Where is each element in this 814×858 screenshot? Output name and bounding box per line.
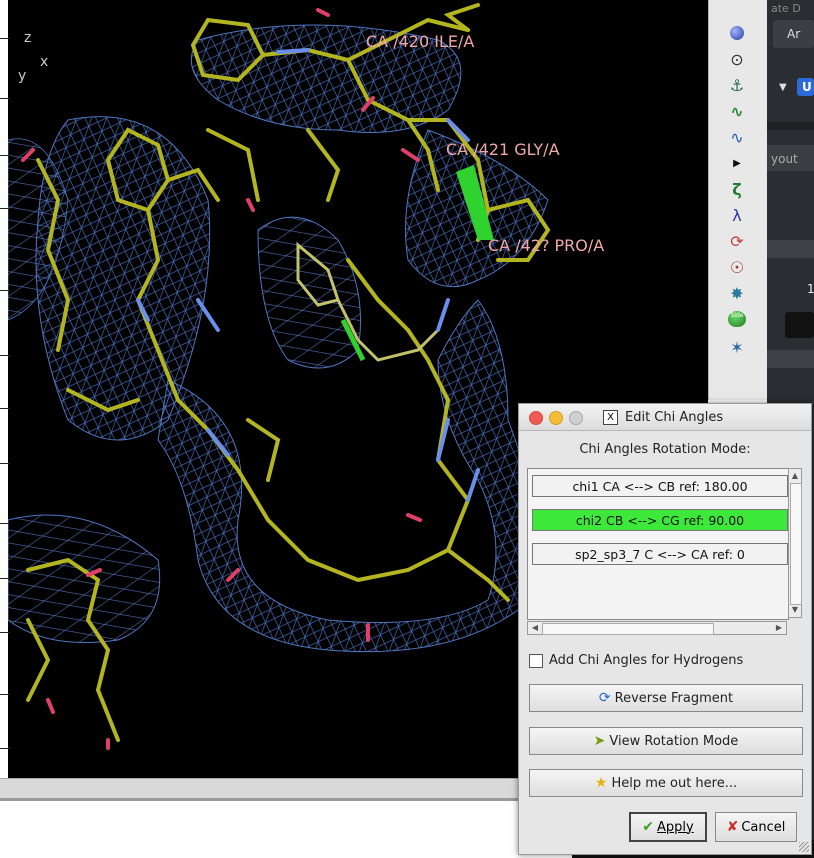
star-icon: ★	[594, 775, 608, 791]
list-item[interactable]: chi1 CA <--> CB ref: 180.00	[532, 475, 788, 497]
reverse-fragment-button[interactable]: ⟳ Reverse Fragment	[529, 684, 803, 712]
cancel-label: Cancel	[741, 819, 786, 835]
panel-header-text: ate D	[771, 2, 801, 15]
list-horizontal-scrollbar[interactable]: ◀ ▶	[527, 621, 787, 635]
apply-button[interactable]: ✔ Apply	[629, 812, 707, 842]
rotamer2-icon[interactable]: ∿	[726, 126, 748, 148]
ruler-tick	[0, 748, 10, 749]
scroll-down-icon[interactable]: ▼	[790, 604, 800, 616]
zoom-window-button[interactable]	[569, 411, 583, 425]
scroll-thumb[interactable]	[542, 623, 714, 635]
panel-badge-label: U	[802, 80, 812, 94]
ruler-tick	[0, 694, 10, 695]
chevron-down-icon[interactable]: ▼	[779, 82, 787, 93]
residue-label-420: CA /420 ILE/A	[366, 32, 475, 51]
list-item-selected[interactable]: chi2 CB <--> CG ref: 90.00	[532, 509, 788, 531]
scroll-right-icon[interactable]: ▶	[773, 622, 785, 634]
list-vertical-scrollbar[interactable]: ▲ ▼	[788, 468, 802, 618]
chi-angles-list: chi1 CA <--> CB ref: 180.00 chi2 CB <-->…	[527, 468, 789, 620]
axis-y-label: y	[18, 68, 27, 84]
panel-tab-label: yout	[771, 152, 798, 166]
panel-field[interactable]	[785, 312, 814, 338]
view-label: View Rotation Mode	[609, 733, 739, 749]
ruler-tick	[0, 208, 10, 209]
dialog-title: Edit Chi Angles	[625, 410, 724, 425]
panel-strip2	[767, 350, 814, 368]
viewport-bottom-border	[0, 798, 520, 801]
viewport-bottom-frame	[0, 778, 520, 799]
sphere-icon[interactable]	[726, 22, 748, 44]
panel-divider	[767, 122, 814, 130]
apply-label: Apply	[657, 819, 694, 835]
chain-icon[interactable]: ζ	[726, 178, 748, 200]
ruler-tick	[0, 290, 10, 291]
hydrogens-checkbox[interactable]	[529, 653, 543, 668]
ruler-tick	[0, 463, 10, 464]
scroll-thumb[interactable]	[790, 483, 802, 605]
residue-label-422: CA /42? PRO/A	[488, 236, 605, 255]
chi-icon[interactable]: λ	[726, 204, 748, 226]
cancel-button[interactable]: ✘ Cancel	[715, 812, 797, 842]
refine-icon[interactable]: ⟳	[726, 230, 748, 252]
chi-row-label: chi2 CB <--> CG ref: 90.00	[575, 513, 745, 528]
reverse-label: Reverse Fragment	[614, 690, 734, 706]
anchor-icon[interactable]: ⚓	[726, 74, 748, 96]
help-button[interactable]: ★ Help me out here...	[529, 769, 803, 797]
edit-chi-angles-dialog: X Edit Chi Angles Chi Angles Rotation Mo…	[518, 403, 812, 855]
ruler-tick	[0, 38, 10, 39]
cancel-x-icon: ✘	[726, 819, 739, 835]
ruler-tick	[0, 355, 10, 356]
close-window-button[interactable]	[529, 411, 543, 425]
panel-strip	[767, 240, 814, 258]
ruler-tick	[0, 632, 10, 633]
help-label: Help me out here...	[611, 775, 738, 791]
ruler-tick	[0, 578, 10, 579]
axis-z-label: z	[24, 30, 32, 46]
rotation-mode-label: Chi Angles Rotation Mode:	[579, 442, 751, 457]
view-rotation-mode-button[interactable]: ➤ View Rotation Mode	[529, 727, 803, 755]
hydrogens-label: Add Chi Angles for Hydrogens	[549, 653, 744, 668]
torsion-icon[interactable]: ☉	[726, 256, 748, 278]
list-item[interactable]: sp2_sp3_7 C <--> CA ref: 0	[532, 543, 788, 565]
ruler-tick	[0, 523, 10, 524]
ruler-tick	[0, 155, 10, 156]
play-icon[interactable]: ▶	[726, 152, 748, 174]
side-toolbar: ⊙ ⚓ ∿ ∿ ▶ ζ λ ⟳ ☉ ✸ Side ✶	[708, 0, 768, 400]
resize-grip[interactable]	[799, 842, 809, 852]
scroll-left-icon[interactable]: ◀	[529, 622, 541, 634]
checkmark-icon: ✔	[642, 819, 655, 835]
chi-row-label: sp2_sp3_7 C <--> CA ref: 0	[575, 547, 745, 562]
scroll-up-icon[interactable]: ▲	[790, 470, 800, 482]
hydrogens-checkbox-row[interactable]: Add Chi Angles for Hydrogens	[529, 653, 743, 668]
axis-x-label: x	[40, 54, 49, 70]
ruler-tick	[0, 98, 10, 99]
arrow-right-icon: ➤	[593, 733, 606, 749]
rotamer-icon[interactable]: ∿	[726, 100, 748, 122]
flip-icon[interactable]: ✶	[726, 336, 748, 358]
refresh-icon: ⟳	[598, 690, 611, 706]
ruler-tick	[0, 408, 10, 409]
side-icon[interactable]: Side	[726, 308, 748, 330]
x11-icon: X	[603, 410, 618, 425]
minimize-window-button[interactable]	[549, 411, 563, 425]
panel-value: 1	[807, 282, 814, 296]
residue-label-421: CA /421 GLY/A	[446, 140, 560, 159]
dialog-titlebar[interactable]: X Edit Chi Angles	[519, 404, 811, 431]
target-icon[interactable]: ⊙	[726, 48, 748, 70]
chi-row-label: chi1 CA <--> CB ref: 180.00	[572, 479, 748, 494]
panel-button-label: Ar	[787, 27, 801, 41]
bond-icon[interactable]: ✸	[726, 282, 748, 304]
